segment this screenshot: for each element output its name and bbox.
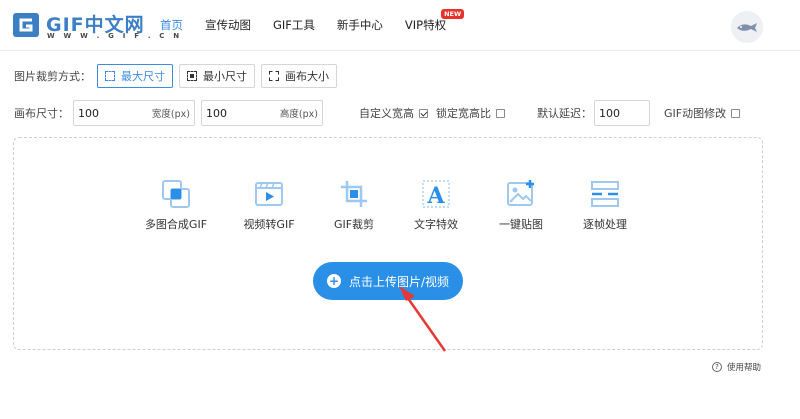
crop-max-size-label: 最大尺寸 — [121, 70, 165, 83]
tool-gif-crop-label: GIF裁剪 — [333, 218, 375, 231]
canvas-width-field[interactable]: 100 宽度(px) — [73, 100, 195, 126]
plus-icon: + — [326, 274, 341, 288]
tool-gif-crop[interactable]: GIF裁剪 — [319, 178, 389, 232]
canvas-size-icon — [269, 71, 279, 81]
tool-one-click-sticker[interactable]: 一键贴图 — [486, 178, 556, 232]
tool-merge-gif-label: 多图合成GIF — [144, 218, 208, 231]
tool-merge-gif[interactable]: 多图合成GIF — [141, 178, 211, 232]
canvas-height-unit: 高度(px) — [279, 109, 318, 120]
crop-mode-row: 图片裁剪方式： 最大尺寸 最小尺寸 画布大小 — [14, 64, 337, 88]
nav-item-vip[interactable]: VIP特权 NEW — [404, 9, 465, 33]
tool-frame-by-frame-label: 逐帧处理 — [583, 218, 627, 231]
crop-mode-label: 图片裁剪方式： — [14, 70, 91, 83]
default-delay-label: 默认延迟： — [537, 107, 592, 120]
tool-text-effect-label: 文字特效 — [414, 218, 458, 231]
lock-ratio-label: 锁定宽高比 — [436, 107, 491, 120]
tool-one-click-sticker-label: 一键贴图 — [499, 218, 543, 231]
nav-item-newbie-center[interactable]: 新手中心 — [337, 17, 383, 33]
new-badge: NEW — [441, 9, 465, 19]
canvas-height-field[interactable]: 100 高度(px) — [201, 100, 323, 126]
help-link[interactable]: ? 使用帮助 — [712, 361, 761, 373]
text-a-icon: A — [422, 180, 450, 209]
canvas-height-value: 100 — [206, 106, 227, 120]
nav-item-vip-label: VIP特权 — [404, 18, 447, 32]
custom-size-checkbox[interactable] — [419, 108, 428, 118]
canvas-size-label: 画布尺寸： — [14, 107, 69, 120]
tool-frame-by-frame[interactable]: 逐帧处理 — [570, 178, 640, 232]
crop-min-size-button[interactable]: 最小尺寸 — [179, 64, 255, 88]
crop-min-size-label: 最小尺寸 — [203, 70, 247, 83]
nav-item-gif-tools[interactable]: GIF工具 — [273, 17, 315, 33]
nav-item-home[interactable]: 首页 — [160, 17, 183, 33]
tool-video-to-gif-label: 视频转GIF — [243, 218, 295, 231]
min-size-icon — [187, 71, 197, 81]
crop-canvas-size-button[interactable]: 画布大小 — [261, 64, 337, 88]
help-label: 使用帮助 — [727, 363, 762, 373]
svg-text:A: A — [426, 183, 445, 209]
frames-icon — [591, 181, 619, 207]
tool-text-effect[interactable]: A 文字特效 — [401, 178, 471, 232]
nav-item-promo-gif[interactable]: 宣传动图 — [205, 17, 251, 33]
canvas-width-value: 100 — [78, 106, 99, 120]
logo-mark-icon — [13, 13, 39, 37]
lock-ratio-checkbox[interactable] — [496, 108, 505, 118]
top-header: GIF中文网 W W W . G I F . C N 首页 宣传动图 GIF工具… — [0, 0, 800, 51]
annotation-arrow-icon — [399, 286, 447, 352]
crop-icon — [341, 181, 367, 207]
tool-video-to-gif[interactable]: 视频转GIF — [234, 178, 304, 232]
default-delay-input[interactable]: 100 — [594, 100, 650, 126]
avatar-fish-icon — [731, 11, 763, 43]
gif-edit-checkbox[interactable] — [731, 108, 741, 118]
site-logo[interactable]: GIF中文网 W W W . G I F . C N — [12, 10, 179, 42]
max-size-icon — [105, 71, 115, 81]
upload-drop-area[interactable]: 多图合成GIF 视频转GIF GIF裁剪 A 文字特效 一键贴图 逐帧处理 + … — [13, 137, 763, 350]
merge-images-icon — [162, 180, 190, 208]
help-question-icon: ? — [712, 362, 722, 372]
crop-max-size-button[interactable]: 最大尺寸 — [97, 64, 173, 88]
avatar[interactable] — [731, 11, 763, 43]
canvas-width-unit: 宽度(px) — [151, 109, 190, 120]
gif-edit-label: GIF动图修改 — [664, 107, 727, 120]
image-sticker-icon — [507, 180, 534, 206]
custom-size-label: 自定义宽高 — [359, 107, 414, 120]
crop-canvas-size-label: 画布大小 — [285, 70, 329, 83]
canvas-size-row: 画布尺寸： 100 宽度(px) 100 高度(px) 自定义宽高 锁定宽高比 … — [14, 100, 741, 126]
main-nav: 首页 宣传动图 GIF工具 新手中心 VIP特权 NEW — [160, 0, 468, 50]
video-play-icon — [255, 182, 283, 206]
